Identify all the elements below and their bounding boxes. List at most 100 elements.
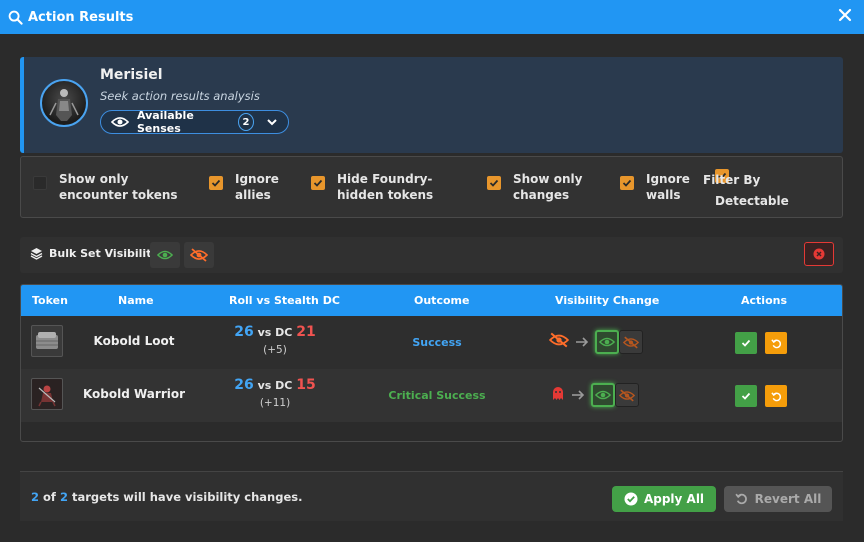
eye-icon — [157, 250, 173, 260]
table-row: Kobold Warrior 26 vs DC 15 (+11) Critica… — [21, 369, 842, 422]
search-icon — [8, 9, 24, 25]
visible-option[interactable] — [591, 383, 615, 407]
roll-modifier: (+11) — [259, 397, 291, 409]
summary-suffix: targets will have visibility changes. — [71, 490, 303, 504]
bulk-set-hidden-button[interactable] — [184, 242, 214, 268]
checkbox[interactable] — [33, 176, 47, 190]
actor-name: Merisiel — [100, 67, 163, 83]
filter-label: Ignore allies — [235, 172, 279, 202]
token-image — [31, 325, 63, 357]
eye-slash-icon — [623, 336, 639, 348]
col-token: Token — [32, 294, 68, 307]
of-label: of — [43, 490, 56, 504]
checkbox[interactable] — [620, 176, 634, 190]
undo-icon — [735, 492, 749, 506]
dc-value: 21 — [296, 324, 316, 340]
eye-slash-icon — [548, 332, 570, 352]
eye-icon — [599, 337, 615, 347]
close-circle-icon — [813, 248, 825, 260]
vs-label: vs DC — [257, 379, 293, 392]
apply-button[interactable] — [735, 332, 757, 354]
window-body: Merisiel Seek action results analysis Av… — [0, 34, 864, 542]
clear-button[interactable] — [804, 242, 834, 266]
token-image — [31, 378, 63, 410]
checkbox[interactable] — [209, 176, 223, 190]
footer-bar: 2 of 2 targets will have visibility chan… — [20, 471, 843, 521]
layers-icon — [30, 247, 43, 260]
window-titlebar: Action Results — [0, 0, 864, 34]
apply-all-button[interactable]: Apply All — [612, 486, 716, 512]
filter-label: Show only encounter tokens — [59, 172, 178, 202]
col-name: Name — [118, 294, 154, 307]
arrow-right-icon — [575, 336, 589, 348]
roll-value: 26 — [234, 377, 254, 393]
hidden-option[interactable] — [615, 383, 639, 407]
chevron-down-icon — [266, 116, 278, 128]
col-outcome: Outcome — [414, 294, 470, 307]
eye-slash-icon — [619, 389, 635, 401]
filter-encounter-only[interactable]: Show only encounter tokens — [33, 171, 183, 203]
window-title: Action Results — [28, 9, 134, 25]
filter-by-detectable[interactable]: Filter By Detectable — [703, 167, 825, 212]
outcome-label: Critical Success — [388, 389, 486, 402]
eye-icon — [595, 390, 611, 400]
bulk-visibility-bar: Bulk Set Visibility — [20, 237, 843, 273]
hidden-option[interactable] — [619, 330, 643, 354]
check-icon — [741, 392, 751, 400]
ghost-icon — [551, 385, 565, 405]
revert-all-button[interactable]: Revert All — [724, 486, 832, 512]
vs-label: vs DC — [257, 326, 293, 339]
dc-value: 15 — [296, 377, 316, 393]
close-icon[interactable] — [838, 8, 852, 22]
senses-label: Available Senses — [137, 109, 194, 135]
filter-panel: Show only encounter tokens Ignore allies… — [20, 156, 843, 218]
col-actions: Actions — [741, 294, 787, 307]
bulk-set-visible-button[interactable] — [150, 242, 180, 268]
token-name: Kobold Loot — [93, 334, 175, 348]
checkbox[interactable] — [311, 176, 325, 190]
filter-label: Filter By Detectable — [703, 173, 789, 208]
roll-cell: 26 vs DC 21 (+5) — [215, 324, 335, 356]
bulk-label-text: Bulk Set Visibility — [49, 247, 159, 260]
check-icon — [741, 339, 751, 347]
roll-modifier: (+5) — [263, 344, 287, 356]
actor-header: Merisiel Seek action results analysis Av… — [20, 57, 843, 153]
revert-button[interactable] — [765, 332, 787, 354]
filter-ignore-walls[interactable]: Ignore walls — [620, 171, 690, 203]
eye-icon — [111, 116, 129, 128]
avatar — [40, 79, 88, 127]
results-table: Token Name Roll vs Stealth DC Outcome Vi… — [20, 284, 843, 442]
filter-label: Ignore walls — [646, 172, 690, 202]
filter-ignore-allies[interactable]: Ignore allies — [209, 171, 289, 203]
token-name: Kobold Warrior — [82, 387, 186, 401]
actor-subtitle: Seek action results analysis — [100, 89, 260, 103]
filter-show-only-changes[interactable]: Show only changes — [487, 171, 587, 203]
table-row: Kobold Loot 26 vs DC 21 (+5) Success — [21, 316, 842, 369]
outcome-label: Success — [412, 336, 462, 349]
visibility-change — [551, 381, 639, 409]
undo-icon — [770, 391, 781, 401]
checkbox[interactable] — [487, 176, 501, 190]
visibility-change — [548, 328, 643, 356]
senses-count-badge: 2 — [238, 113, 254, 131]
apply-button[interactable] — [735, 385, 757, 407]
roll-value: 26 — [234, 324, 254, 340]
revert-button[interactable] — [765, 385, 787, 407]
filter-label: Hide Foundry-hidden tokens — [337, 172, 434, 202]
roll-cell: 26 vs DC 15 (+11) — [215, 377, 335, 409]
bulk-label: Bulk Set Visibility — [30, 247, 159, 260]
col-visibility-change: Visibility Change — [555, 294, 660, 307]
filter-label: Show only changes — [513, 172, 583, 202]
check-circle-icon — [624, 492, 638, 506]
arrow-right-icon — [571, 389, 585, 401]
apply-all-label: Apply All — [643, 492, 705, 506]
change-summary: 2 of 2 targets will have visibility chan… — [31, 490, 302, 504]
undo-icon — [770, 338, 781, 348]
table-header: Token Name Roll vs Stealth DC Outcome Vi… — [21, 285, 842, 316]
col-roll: Roll vs Stealth DC — [229, 294, 340, 307]
available-senses-button[interactable]: Available Senses 2 — [100, 109, 289, 135]
changed-count: 2 — [31, 490, 40, 504]
revert-all-label: Revert All — [754, 492, 822, 506]
filter-hide-foundry-hidden[interactable]: Hide Foundry-hidden tokens — [311, 171, 461, 203]
visible-option[interactable] — [595, 330, 619, 354]
